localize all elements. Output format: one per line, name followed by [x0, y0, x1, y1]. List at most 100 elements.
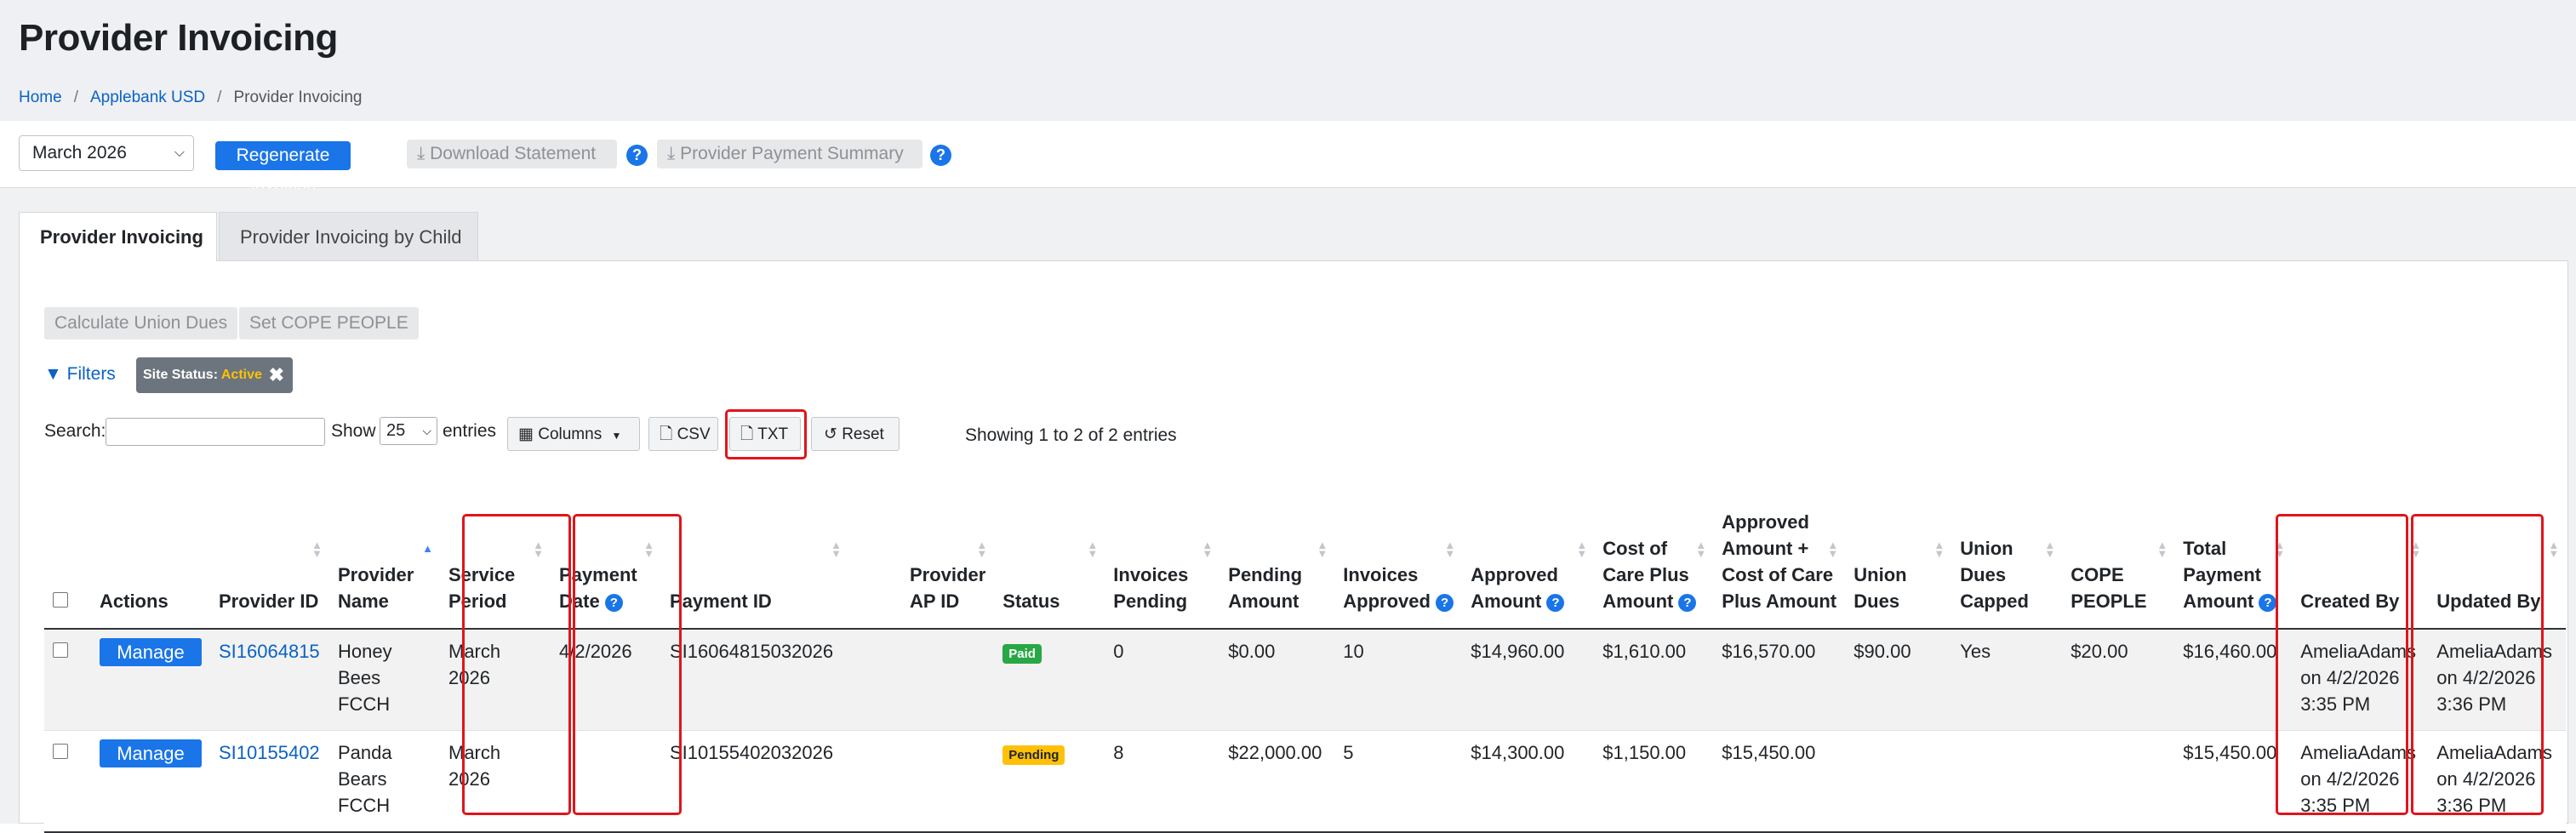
- download-statement-label: Download Statement: [430, 144, 597, 163]
- breadcrumb-district[interactable]: Applebank USD: [90, 88, 205, 106]
- column-header[interactable]: Total Payment Amount ? ▲ ▼: [2174, 466, 2293, 630]
- row-checkbox[interactable]: [53, 744, 68, 759]
- sort-icon: ▲ ▼: [1933, 539, 1945, 560]
- regenerate-invoices-button[interactable]: Regenerate Invoices: [215, 141, 351, 194]
- column-header[interactable]: Cost of Care Plus Amount ? ▲ ▼: [1594, 466, 1714, 630]
- set-cope-people-button[interactable]: Set COPE PEOPLE: [239, 307, 419, 339]
- row-checkbox[interactable]: [53, 642, 68, 658]
- sort-icon: ▲ ▼: [2548, 539, 2560, 560]
- manage-button[interactable]: Manage: [100, 739, 202, 767]
- provider-name-cell: Honey Bees FCCH: [329, 629, 440, 731]
- column-header[interactable]: Pending Amount ▲ ▼: [1219, 466, 1335, 630]
- column-header[interactable]: COPE PEOPLE ▲ ▼: [2062, 466, 2175, 630]
- help-icon[interactable]: ?: [930, 145, 951, 166]
- entries-select[interactable]: 25 ⌵: [380, 417, 437, 445]
- table-row: Manage SI10155402 Panda Bears FCCH March…: [44, 730, 2567, 833]
- column-header[interactable]: Created By ▲ ▼: [2292, 466, 2429, 630]
- sort-icon: ▲ ▼: [2156, 539, 2168, 560]
- regenerate-invoices-label: Regenerate Invoices: [236, 145, 330, 194]
- month-select[interactable]: March 2026 ⌵: [19, 135, 194, 171]
- column-header[interactable]: Status ▲ ▼: [994, 466, 1105, 630]
- column-header[interactable]: Invoices Approved ? ▲ ▼: [1334, 466, 1463, 630]
- invoices-pending-cell: 0: [1105, 629, 1220, 731]
- breadcrumb-home[interactable]: Home: [19, 88, 62, 106]
- reset-icon: ↺: [824, 425, 837, 443]
- month-select-value: March 2026: [32, 143, 127, 163]
- invoices-pending-cell: 8: [1105, 730, 1220, 833]
- sort-icon: ▲ ▼: [1827, 539, 1839, 560]
- column-header[interactable]: Union Dues Capped ▲ ▼: [1951, 466, 2063, 630]
- select-all-checkbox[interactable]: [53, 592, 68, 608]
- sort-icon: ▲ ▼: [1576, 539, 1588, 560]
- help-icon[interactable]: ?: [1678, 593, 1697, 612]
- help-icon[interactable]: ?: [1546, 593, 1565, 612]
- download-statement-button[interactable]: ⤓ Download Statement: [407, 140, 617, 168]
- entries-value: 25: [386, 421, 406, 440]
- column-header[interactable]: Payment Date ? ▲ ▼: [551, 466, 661, 630]
- payment-id-cell: SI16064815032026: [661, 629, 848, 731]
- sort-ascending-icon: ▲: [422, 542, 433, 555]
- column-header[interactable]: Union Dues ▲ ▼: [1845, 466, 1952, 630]
- page-header: Provider Invoicing Home / Applebank USD / Pr…: [0, 0, 2576, 121]
- help-icon[interactable]: ?: [2259, 593, 2277, 612]
- approved-amount-cell: $14,300.00: [1462, 730, 1595, 833]
- ccp-amount-cell: $1,610.00: [1594, 629, 1714, 731]
- table-row: Manage SI16064815 Honey Bees FCCH March …: [44, 629, 2567, 731]
- pending-amount-cell: $22,000.00: [1219, 730, 1335, 833]
- column-header[interactable]: Actions: [91, 466, 210, 630]
- union-dues-capped-cell: Yes: [1951, 629, 2063, 731]
- manage-button[interactable]: Manage: [100, 638, 202, 666]
- sort-icon: ▲ ▼: [2274, 539, 2286, 560]
- union-dues-cell: $90.00: [1845, 629, 1952, 731]
- filters-toggle[interactable]: ▼ Filters: [44, 364, 116, 385]
- updated-by-cell: AmeliaAdams on 4/2/2026 3:36 PM: [2428, 629, 2567, 731]
- payment-date-cell: 4/2/2026: [551, 629, 661, 731]
- tab-provider-invoicing-by-child[interactable]: Provider Invoicing by Child: [219, 212, 478, 261]
- column-header[interactable]: Payment ID ▲ ▼: [661, 466, 848, 630]
- column-header[interactable]: Updated By ▲ ▼: [2428, 466, 2567, 630]
- csv-export-button[interactable]: 🗋 CSV: [648, 417, 718, 451]
- column-header[interactable]: Provider ID ▲ ▼: [210, 466, 329, 630]
- calculate-union-dues-button[interactable]: Calculate Union Dues: [44, 307, 238, 339]
- reset-label: Reset: [842, 425, 884, 443]
- sort-icon: ▲ ▼: [533, 539, 544, 560]
- txt-export-button[interactable]: 🗋 TXT: [729, 417, 801, 451]
- union-dues-capped-cell: [1951, 730, 2063, 833]
- entries-label: entries: [443, 421, 497, 441]
- show-label: Show: [331, 421, 376, 441]
- help-icon[interactable]: ?: [1436, 593, 1454, 612]
- invoices-approved-cell: 5: [1334, 730, 1463, 833]
- provider-id-link[interactable]: SI10155402: [219, 742, 320, 763]
- column-header[interactable]: Provider Name ▲: [329, 466, 440, 630]
- column-header[interactable]: Provider AP ID ▲ ▼: [848, 466, 995, 630]
- column-header[interactable]: Approved Amount + Cost of Care Plus Amou…: [1713, 466, 1846, 630]
- table-header-row: Actions Provider ID ▲ ▼ Provider Name ▲ Ser…: [44, 466, 2567, 630]
- chevron-down-icon: ⌵: [422, 424, 431, 437]
- close-icon[interactable]: ✖: [269, 357, 284, 393]
- reset-button[interactable]: ↺ Reset: [811, 417, 900, 451]
- column-header[interactable]: Approved Amount ? ▲ ▼: [1462, 466, 1595, 630]
- txt-label: TXT: [757, 425, 789, 443]
- invoice-toolbar: March 2026 ⌵ Regenerate Invoices ⤓ Downl…: [0, 121, 2576, 194]
- tab-provider-invoicing[interactable]: Provider Invoicing: [19, 212, 217, 261]
- column-header[interactable]: Service Period ▲ ▼: [440, 466, 551, 630]
- provider-name-cell: Panda Bears FCCH: [329, 730, 440, 833]
- provider-id-link[interactable]: SI16064815: [219, 641, 320, 662]
- column-header[interactable]: Invoices Pending ▲ ▼: [1105, 466, 1220, 630]
- search-input[interactable]: [106, 418, 325, 446]
- cope-people-cell: $20.00: [2062, 629, 2175, 731]
- created-by-cell: AmeliaAdams on 4/2/2026 3:35 PM: [2292, 629, 2429, 731]
- provider-payment-summary-button[interactable]: ⤓ Provider Payment Summary: [657, 140, 922, 168]
- download-icon: ⤓: [667, 144, 676, 163]
- grid-icon: ▦: [518, 425, 534, 443]
- provider-payment-summary-label: Provider Payment Summary: [680, 144, 904, 163]
- help-icon[interactable]: ?: [626, 145, 648, 166]
- columns-label: Columns: [538, 425, 603, 443]
- file-icon: 🗋: [740, 425, 754, 443]
- status-badge: Paid: [1002, 644, 1042, 664]
- sort-icon: ▲ ▼: [1695, 539, 1707, 560]
- total-payment-cell: $15,450.00: [2174, 730, 2293, 833]
- columns-button[interactable]: ▦ Columns ▼: [507, 417, 640, 451]
- table-info: Showing 1 to 2 of 2 entries: [965, 425, 1177, 445]
- help-icon[interactable]: ?: [604, 593, 623, 612]
